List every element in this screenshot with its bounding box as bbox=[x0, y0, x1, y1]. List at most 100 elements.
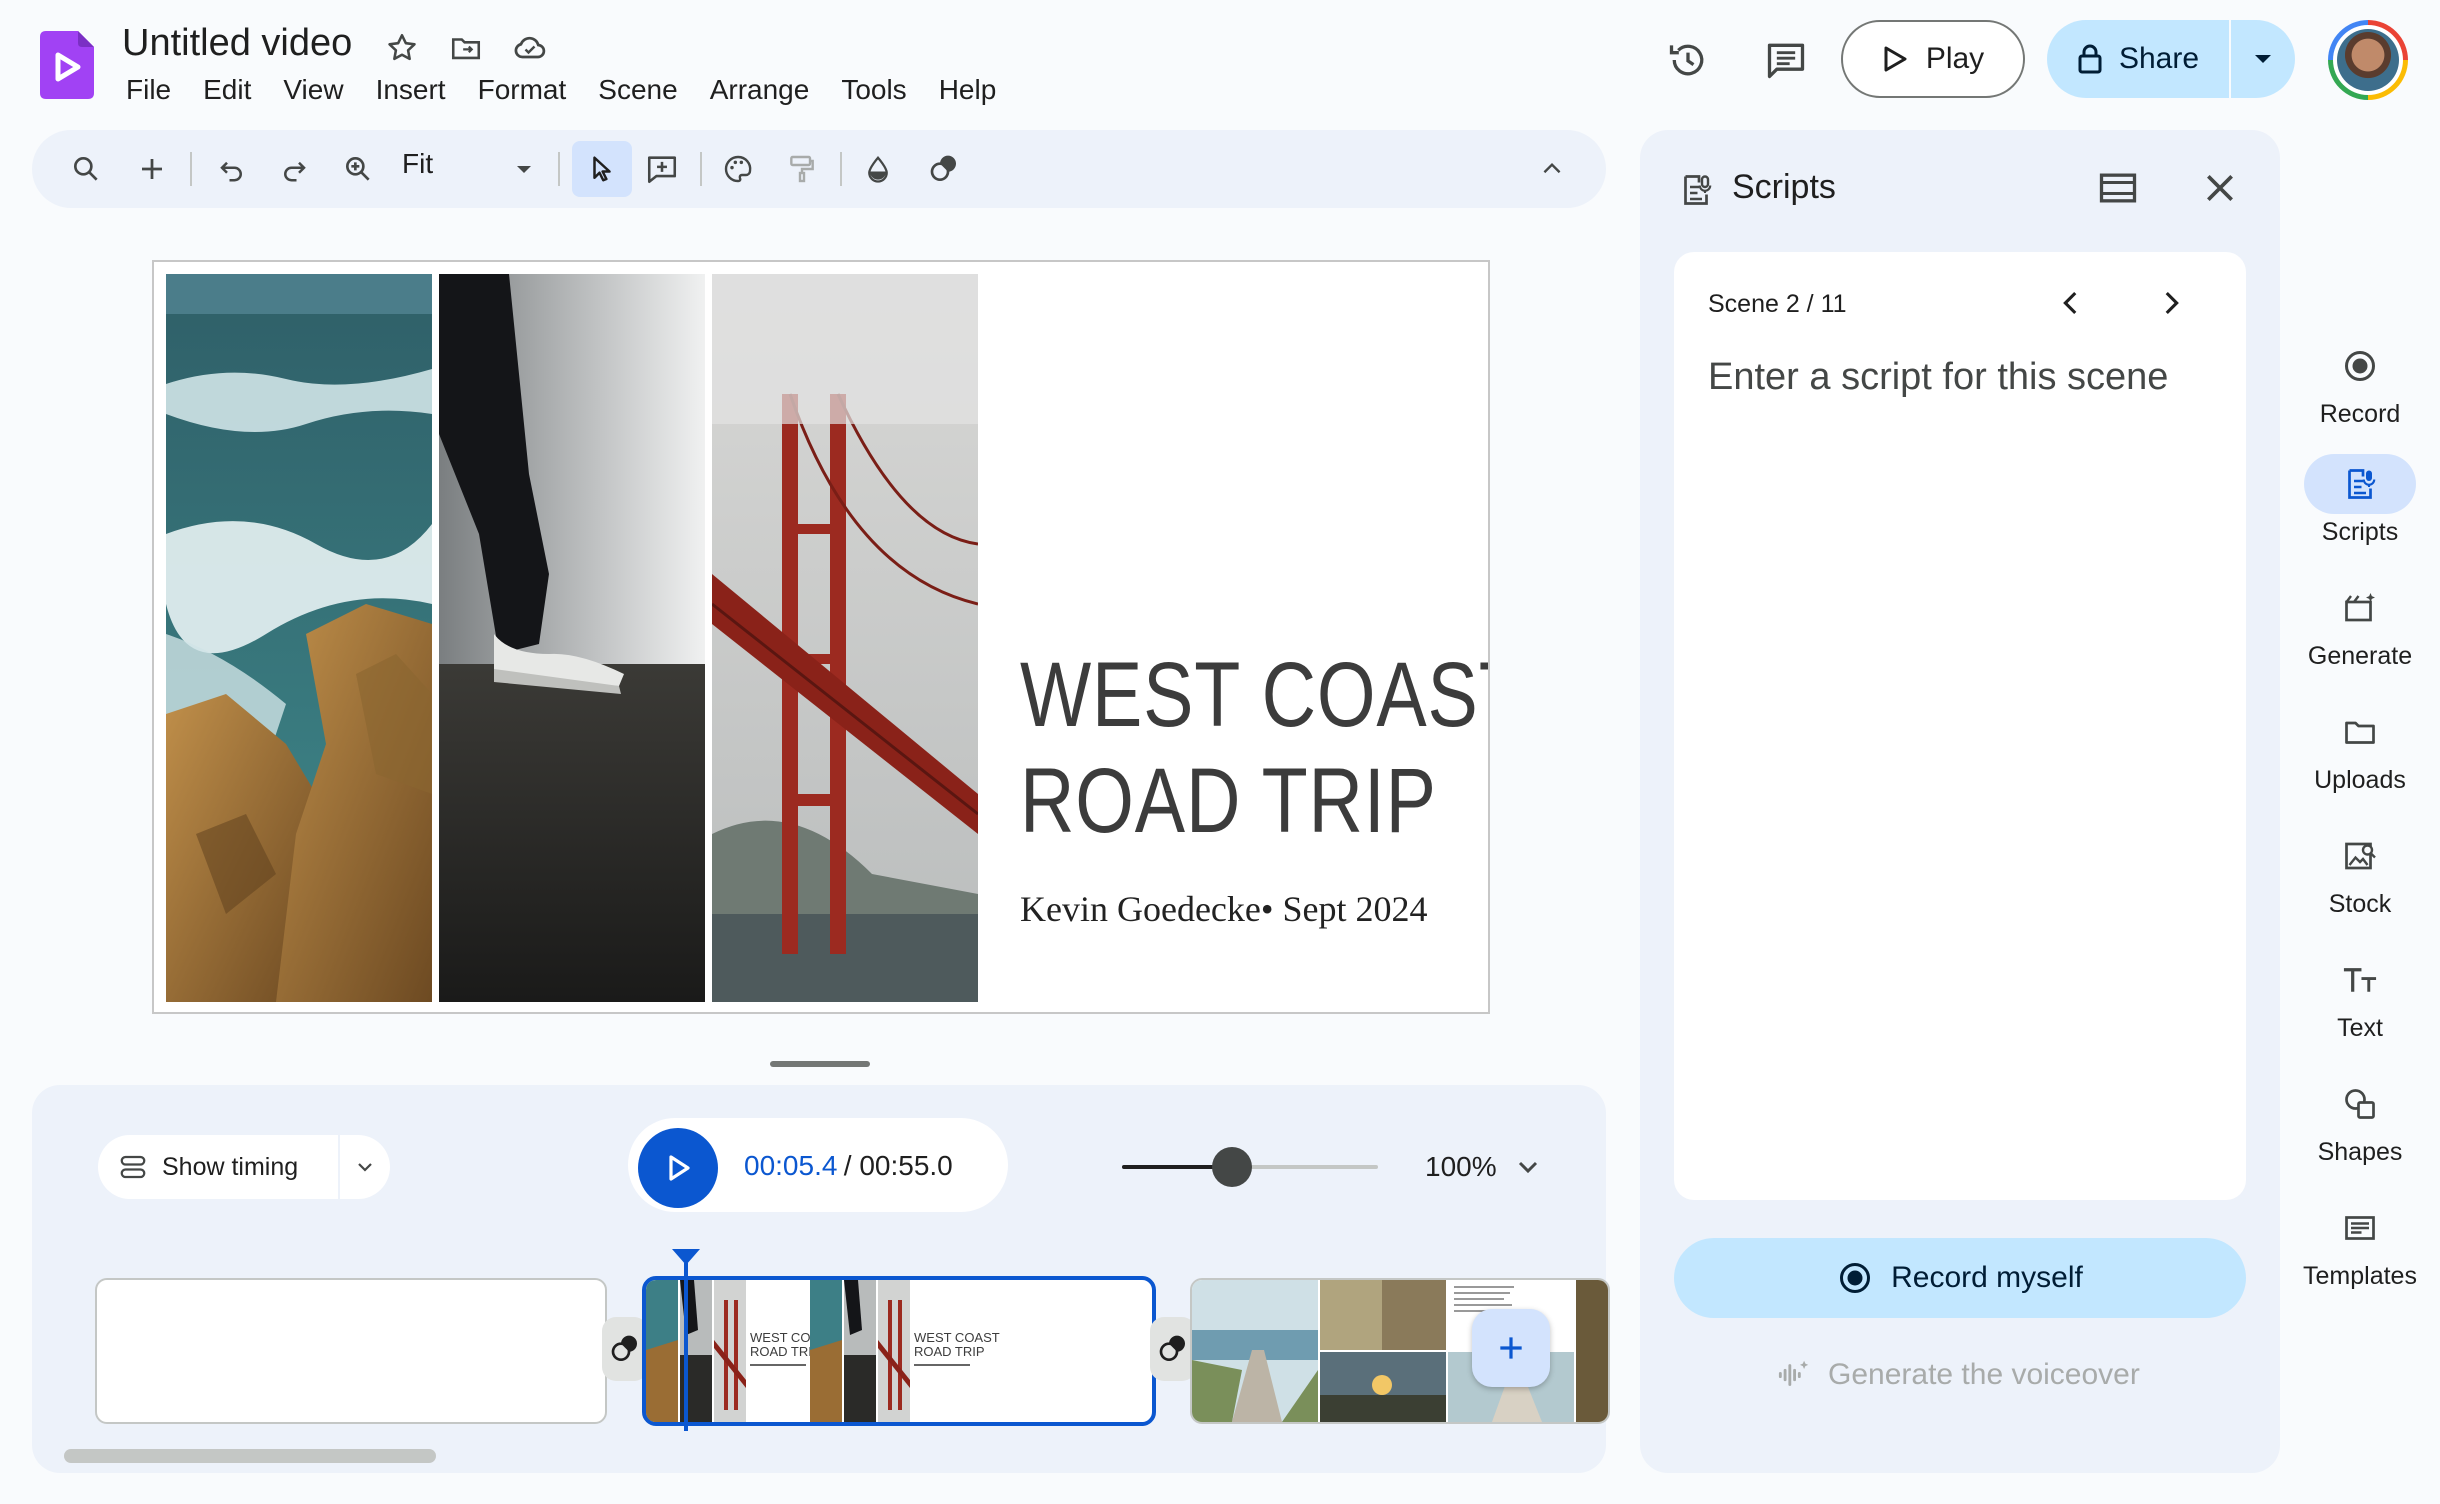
thumb-title-2a: ROAD TRIP bbox=[750, 1344, 821, 1359]
timeline-resize-handle[interactable] bbox=[770, 1061, 870, 1067]
text-icon bbox=[2304, 950, 2416, 1010]
search-menus-icon[interactable] bbox=[62, 145, 110, 193]
rail-record-label: Record bbox=[2319, 400, 2401, 428]
rail-stock-label: Stock bbox=[2328, 890, 2392, 918]
plus-icon bbox=[1500, 1337, 1522, 1359]
caret-down-icon bbox=[2255, 55, 2271, 63]
vids-logo[interactable] bbox=[40, 31, 94, 99]
transition-icon bbox=[1159, 1335, 1185, 1361]
record-icon bbox=[1840, 1263, 1871, 1293]
rail-shapes-label: Shapes bbox=[2317, 1138, 2403, 1166]
menu-arrange[interactable]: Arrange bbox=[694, 72, 826, 108]
scene-thumbnail-1[interactable] bbox=[95, 1278, 607, 1424]
close-icon[interactable] bbox=[2200, 168, 2240, 208]
timeline-zoom-value[interactable]: 100% bbox=[1425, 1151, 1497, 1183]
zoom-icon[interactable] bbox=[334, 145, 382, 193]
panel-layout-icon[interactable] bbox=[2096, 166, 2140, 210]
voiceover-sparkle-icon bbox=[1778, 1360, 1809, 1386]
slide-subtitle[interactable]: Kevin Goedecke• Sept 2024 bbox=[1020, 888, 1428, 930]
menu-view[interactable]: View bbox=[267, 72, 359, 108]
sneaker-photo[interactable] bbox=[439, 274, 705, 1002]
rail-scripts[interactable]: Scripts bbox=[2296, 454, 2424, 547]
stock-icon bbox=[2304, 826, 2416, 886]
play-label: Play bbox=[1925, 42, 1985, 75]
menu-bar: File Edit View Insert Format Scene Arran… bbox=[110, 72, 1012, 108]
playback-control: 00:05.4 / 00:55.0 bbox=[628, 1118, 1008, 1212]
preview-play-button[interactable] bbox=[638, 1128, 718, 1208]
show-timing-button[interactable]: Show timing bbox=[98, 1152, 338, 1182]
script-editor-card: Scene 2 / 11 Enter a script for this sce… bbox=[1674, 252, 2246, 1200]
menu-tools[interactable]: Tools bbox=[825, 72, 922, 108]
menu-insert[interactable]: Insert bbox=[360, 72, 462, 108]
rail-uploads[interactable]: Uploads bbox=[2296, 702, 2424, 795]
slide-title-line-2: ROAD TRIP bbox=[1020, 750, 1437, 852]
thumb-title-2b: ROAD TRIP bbox=[914, 1344, 985, 1359]
previous-scene-icon[interactable] bbox=[2054, 286, 2088, 320]
golden-gate-photo[interactable] bbox=[712, 274, 978, 1002]
undo-icon[interactable] bbox=[208, 145, 256, 193]
timeline-horizontal-scrollbar[interactable] bbox=[64, 1449, 436, 1463]
menu-edit[interactable]: Edit bbox=[187, 72, 267, 108]
zoom-dropdown-icon[interactable] bbox=[514, 164, 534, 176]
rail-shapes[interactable]: Shapes bbox=[2296, 1074, 2424, 1167]
account-avatar[interactable] bbox=[2328, 20, 2408, 100]
fill-color-icon[interactable] bbox=[854, 145, 902, 193]
rail-templates-label: Templates bbox=[2303, 1262, 2417, 1290]
theme-palette-icon[interactable] bbox=[714, 145, 762, 193]
transition-icon[interactable] bbox=[920, 145, 968, 193]
menu-format[interactable]: Format bbox=[462, 72, 583, 108]
timeline-zoom-thumb[interactable] bbox=[1212, 1147, 1253, 1187]
document-title[interactable]: Untitled video bbox=[122, 22, 352, 65]
collapse-toolbar-icon[interactable] bbox=[1528, 145, 1576, 193]
generate-voiceover-label: Generate the voiceover bbox=[1828, 1358, 2140, 1391]
slide-title[interactable]: WEST COAST ROAD TRIP bbox=[1020, 642, 1488, 854]
zoom-chevron-down-icon[interactable] bbox=[1512, 1151, 1544, 1183]
rail-text-label: Text bbox=[2337, 1014, 2383, 1042]
script-text-area[interactable]: Enter a script for this scene bbox=[1708, 356, 2168, 399]
show-timing-control: Show timing bbox=[98, 1135, 390, 1199]
menu-file[interactable]: File bbox=[110, 72, 187, 108]
timing-icon bbox=[120, 1155, 146, 1179]
playhead-line bbox=[684, 1263, 688, 1431]
rail-templates[interactable]: Templates bbox=[2296, 1198, 2424, 1291]
move-folder-icon[interactable] bbox=[446, 28, 486, 68]
rail-record[interactable]: Record bbox=[2296, 336, 2424, 429]
text-box-icon[interactable] bbox=[638, 145, 686, 193]
chevron-down-icon bbox=[358, 1163, 372, 1172]
editor-toolbar: Fit bbox=[32, 130, 1606, 208]
cloud-saved-icon[interactable] bbox=[510, 28, 550, 68]
show-timing-label: Show timing bbox=[162, 1152, 299, 1181]
paint-format-icon[interactable] bbox=[778, 145, 826, 193]
generate-voiceover-button[interactable]: Generate the voiceover bbox=[1774, 1356, 2140, 1394]
rail-text[interactable]: Text bbox=[2296, 950, 2424, 1043]
redo-icon[interactable] bbox=[270, 145, 318, 193]
select-tool-icon[interactable] bbox=[572, 141, 632, 197]
show-timing-dropdown[interactable] bbox=[340, 1155, 390, 1179]
menu-help[interactable]: Help bbox=[923, 72, 1013, 108]
scripts-icon bbox=[1678, 172, 1714, 208]
star-icon[interactable] bbox=[382, 28, 422, 68]
share-options-button[interactable] bbox=[2231, 20, 2295, 98]
add-scene-button[interactable] bbox=[1472, 1309, 1550, 1387]
record-myself-button[interactable]: Record myself bbox=[1674, 1238, 2246, 1318]
scene-canvas[interactable]: WEST COAST ROAD TRIP Kevin Goedecke• Sep… bbox=[152, 260, 1490, 1014]
version-history-icon[interactable] bbox=[1662, 34, 1714, 86]
play-button[interactable]: Play bbox=[1841, 20, 2025, 98]
scene-thumbnail-2-selected[interactable]: WEST COAST ROAD TRIP WEST COAST ROAD TRI… bbox=[642, 1276, 1156, 1426]
next-scene-icon[interactable] bbox=[2154, 286, 2188, 320]
add-icon[interactable] bbox=[128, 145, 176, 193]
menu-scene[interactable]: Scene bbox=[582, 72, 693, 108]
zoom-fit-select[interactable]: Fit bbox=[402, 148, 433, 180]
comments-icon[interactable] bbox=[1760, 34, 1812, 86]
rail-uploads-label: Uploads bbox=[2314, 766, 2406, 794]
ocean-rocks-photo[interactable] bbox=[166, 274, 432, 1002]
rail-stock[interactable]: Stock bbox=[2296, 826, 2424, 919]
total-duration: / 00:55.0 bbox=[836, 1150, 953, 1181]
record-myself-label: Record myself bbox=[1891, 1261, 2083, 1294]
generate-icon bbox=[2304, 578, 2416, 638]
play-icon bbox=[1884, 46, 1907, 72]
share-button[interactable]: Share bbox=[2047, 20, 2229, 98]
record-icon bbox=[2304, 336, 2416, 396]
timeline-panel: Show timing 00:05.4 / 00:55.0 100% WEST … bbox=[32, 1085, 1610, 1473]
rail-generate[interactable]: Generate bbox=[2296, 578, 2424, 671]
